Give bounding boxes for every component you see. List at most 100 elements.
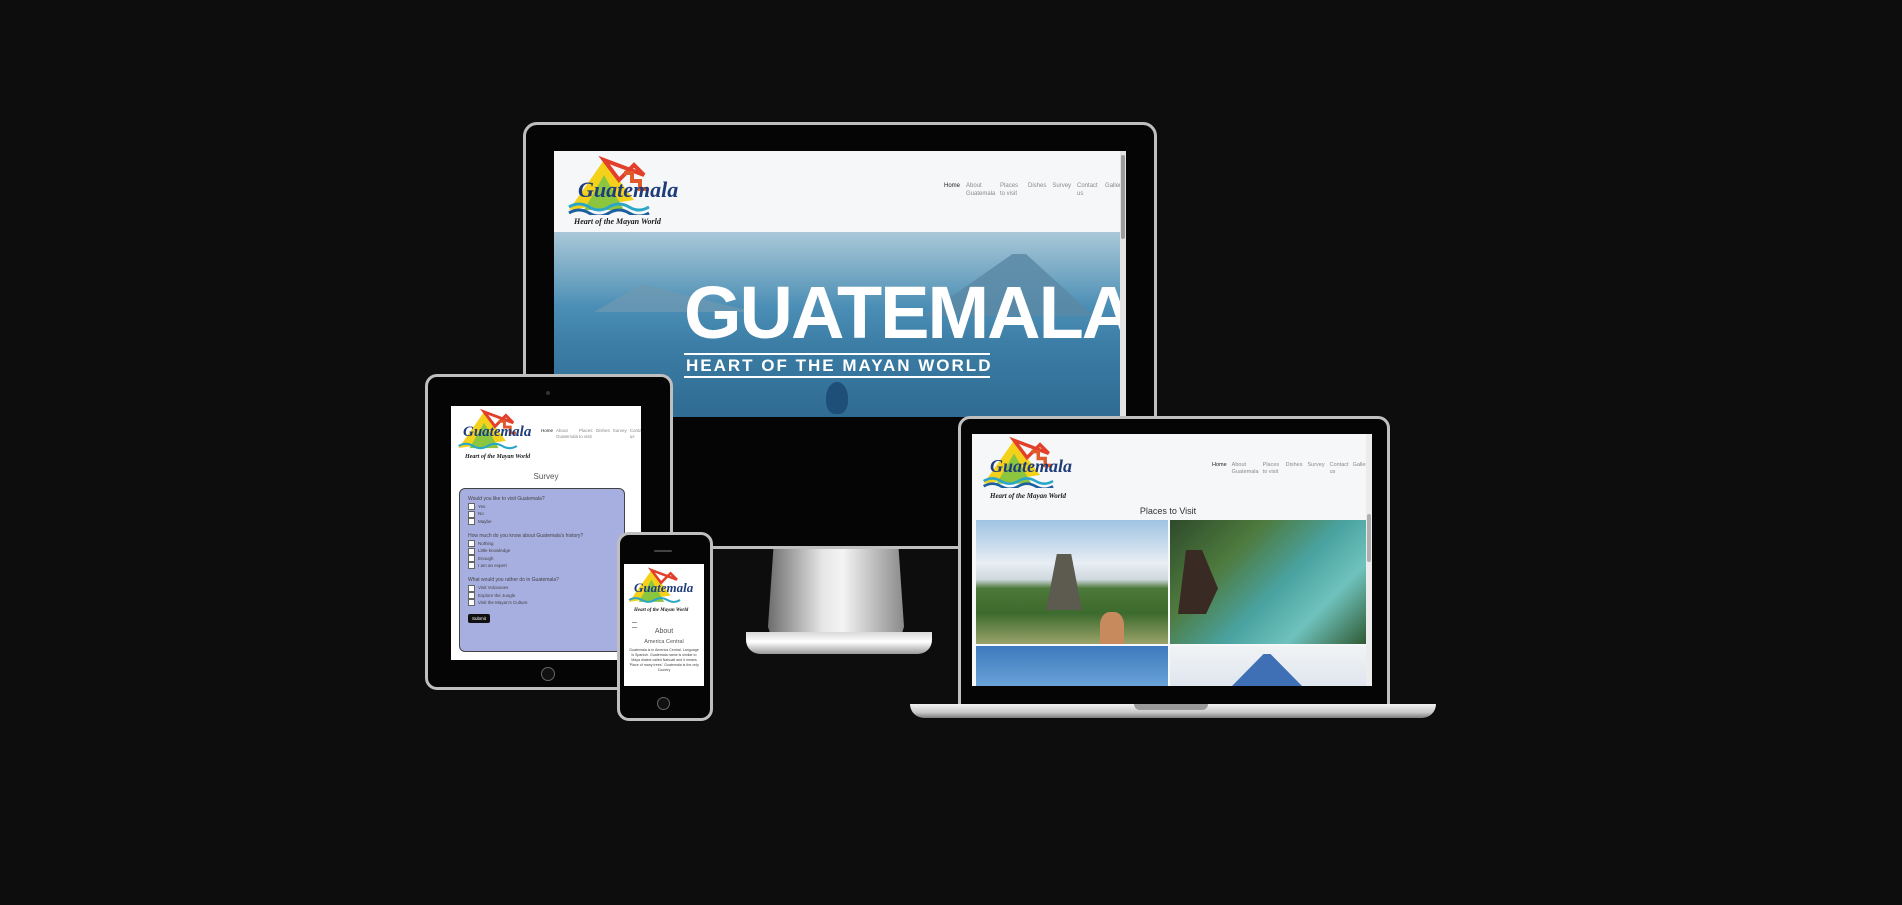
site-logo[interactable]: Guatemala Heart of the Mayan World [564,155,678,227]
nav-survey[interactable]: Survey [613,428,627,439]
option-label: Enough [478,555,494,561]
nav-dishes[interactable]: Dishes [1028,183,1046,198]
volcano-peak [1232,654,1302,686]
logo-tagline: Heart of the Mayan World [465,454,531,460]
checkbox[interactable] [468,591,475,599]
tablet-screen: Guatemala Heart of the Mayan World Home … [451,406,641,660]
hero-title: GUATEMALA [684,271,1120,354]
monitor-stand-base [746,632,932,654]
option-label: I am an expert [478,562,507,568]
q2-option-4[interactable]: I am an expert [468,562,616,570]
laptop-section-title: Places to Visit [1139,506,1197,516]
option-label: Yes [478,504,486,509]
desktop-scrollbar[interactable] [1120,151,1126,417]
site-logo[interactable]: Guatemala Heart of the Mayan World [626,566,700,622]
survey-form: Would you like to visit Guatemala? Yes N… [459,488,625,652]
q3-option-3[interactable]: Visit the Mayan's Culture [468,599,616,607]
gallery-volcano-photo-2[interactable] [1170,646,1366,686]
about-subtitle: America Central [644,639,684,645]
checkbox[interactable] [468,599,475,607]
option-label: No [478,511,484,517]
tourist-figure [1100,612,1124,644]
hero-boat [826,382,848,414]
checkbox[interactable] [468,554,475,562]
laptop-nav: Home About Guatemala Places to visit Dis… [1212,462,1370,476]
phone-speaker [654,550,672,552]
nav-contact[interactable]: Contact us [1330,462,1349,476]
nav-dishes[interactable]: Dishes [1286,462,1303,476]
desktop-scrollbar-thumb[interactable] [1121,155,1125,239]
q3-option-2[interactable]: Explore the Jungle [468,591,616,599]
logo-tagline: Heart of the Mayan World [990,492,1066,500]
option-label: Visit Volcanoes [478,585,509,591]
logo-wordmark: Guatemala [634,580,694,595]
laptop-screen: Guatemala Heart of the Mayan World Home … [972,434,1372,686]
survey-question-2: How much do you know about Guatemala's h… [468,532,584,539]
q1-option-no[interactable]: No [468,510,616,518]
nav-home[interactable]: Home [541,428,553,439]
site-logo[interactable]: Guatemala Heart of the Mayan World [978,436,1076,504]
nav-contact[interactable]: Contact us [630,428,641,439]
logo-wordmark: Guatemala [578,177,679,202]
about-body: Guatemala is in America Central. Languag… [629,648,699,672]
q2-option-1[interactable]: Nothing [468,540,616,548]
q1-option-yes[interactable]: Yes [468,503,616,511]
option-label: Visit the Mayan's Culture [478,599,528,605]
nav-dishes[interactable]: Dishes [596,428,610,439]
gallery-semuc-photo[interactable] [1170,520,1366,644]
hero-rule-top [684,353,990,355]
tikal-temple [1046,554,1082,610]
nav-home[interactable]: Home [944,183,960,198]
tablet-camera [546,391,550,395]
nav-places[interactable]: Places to visit [1263,462,1281,476]
nav-survey[interactable]: Survey [1307,462,1324,476]
desktop-nav: Home About Guatemala Places to visit Dis… [944,183,1124,198]
logo-wordmark: Guatemala [990,456,1073,476]
phone-screen: Guatemala Heart of the Mayan World About… [624,564,704,686]
logo-tagline: Heart of the Mayan World [634,608,689,613]
about-title: About [654,628,674,635]
phone-home-button[interactable] [657,697,670,710]
gallery-tikal-photo[interactable] [976,520,1168,644]
checkbox[interactable] [468,510,475,518]
q3-option-1[interactable]: Visit Volcanoes [468,584,616,592]
nav-places[interactable]: Places to visit [1000,183,1022,198]
logo-tagline: Heart of the Mayan World [574,217,661,226]
checkbox[interactable] [468,503,475,511]
nav-contact[interactable]: Contact us [1077,183,1099,198]
hero-rule-bottom [684,376,990,378]
survey-title: Survey [533,472,559,481]
laptop-scrollbar[interactable] [1366,434,1372,686]
tablet-home-button[interactable] [541,667,555,681]
survey-question-3: What would you rather do in Guatemala? [468,577,559,584]
logo-wordmark: Guatemala [463,424,532,440]
option-label: Nothing [478,540,494,546]
nav-home[interactable]: Home [1212,462,1227,476]
option-label: Maybe [478,518,492,524]
nav-places[interactable]: Places to visit [579,428,593,439]
laptop-scrollbar-thumb[interactable] [1367,514,1371,562]
option-label: Little knowledge [478,548,511,554]
checkbox[interactable] [468,540,475,548]
checkbox[interactable] [468,547,475,555]
monitor-stand-neck [768,548,904,644]
checkbox[interactable] [468,584,475,592]
viewpoint-figure [1178,550,1218,614]
q1-option-maybe[interactable]: Maybe [468,517,616,525]
nav-about[interactable]: About Guatemala [1232,462,1259,476]
hero-subtitle: HEART OF THE MAYAN WORLD [686,356,993,375]
submit-button[interactable]: Submit [468,614,491,624]
gallery-volcano-photo-1[interactable] [976,646,1168,686]
tablet-nav: Home About Guatemala Places to visit Dis… [541,428,641,439]
site-logo[interactable]: Guatemala Heart of the Mayan World [455,408,539,464]
laptop-notch [1134,704,1208,710]
nav-survey[interactable]: Survey [1052,183,1071,198]
q2-option-2[interactable]: Little knowledge [468,547,616,555]
q2-option-3[interactable]: Enough [468,554,616,562]
nav-about[interactable]: About Guatemala [556,428,578,439]
survey-question-1: Would you like to visit Guatemala? [468,496,545,502]
checkbox[interactable] [468,517,475,525]
checkbox[interactable] [468,562,475,570]
nav-about[interactable]: About Guatemala [966,183,995,198]
option-label: Explore the Jungle [478,592,516,598]
